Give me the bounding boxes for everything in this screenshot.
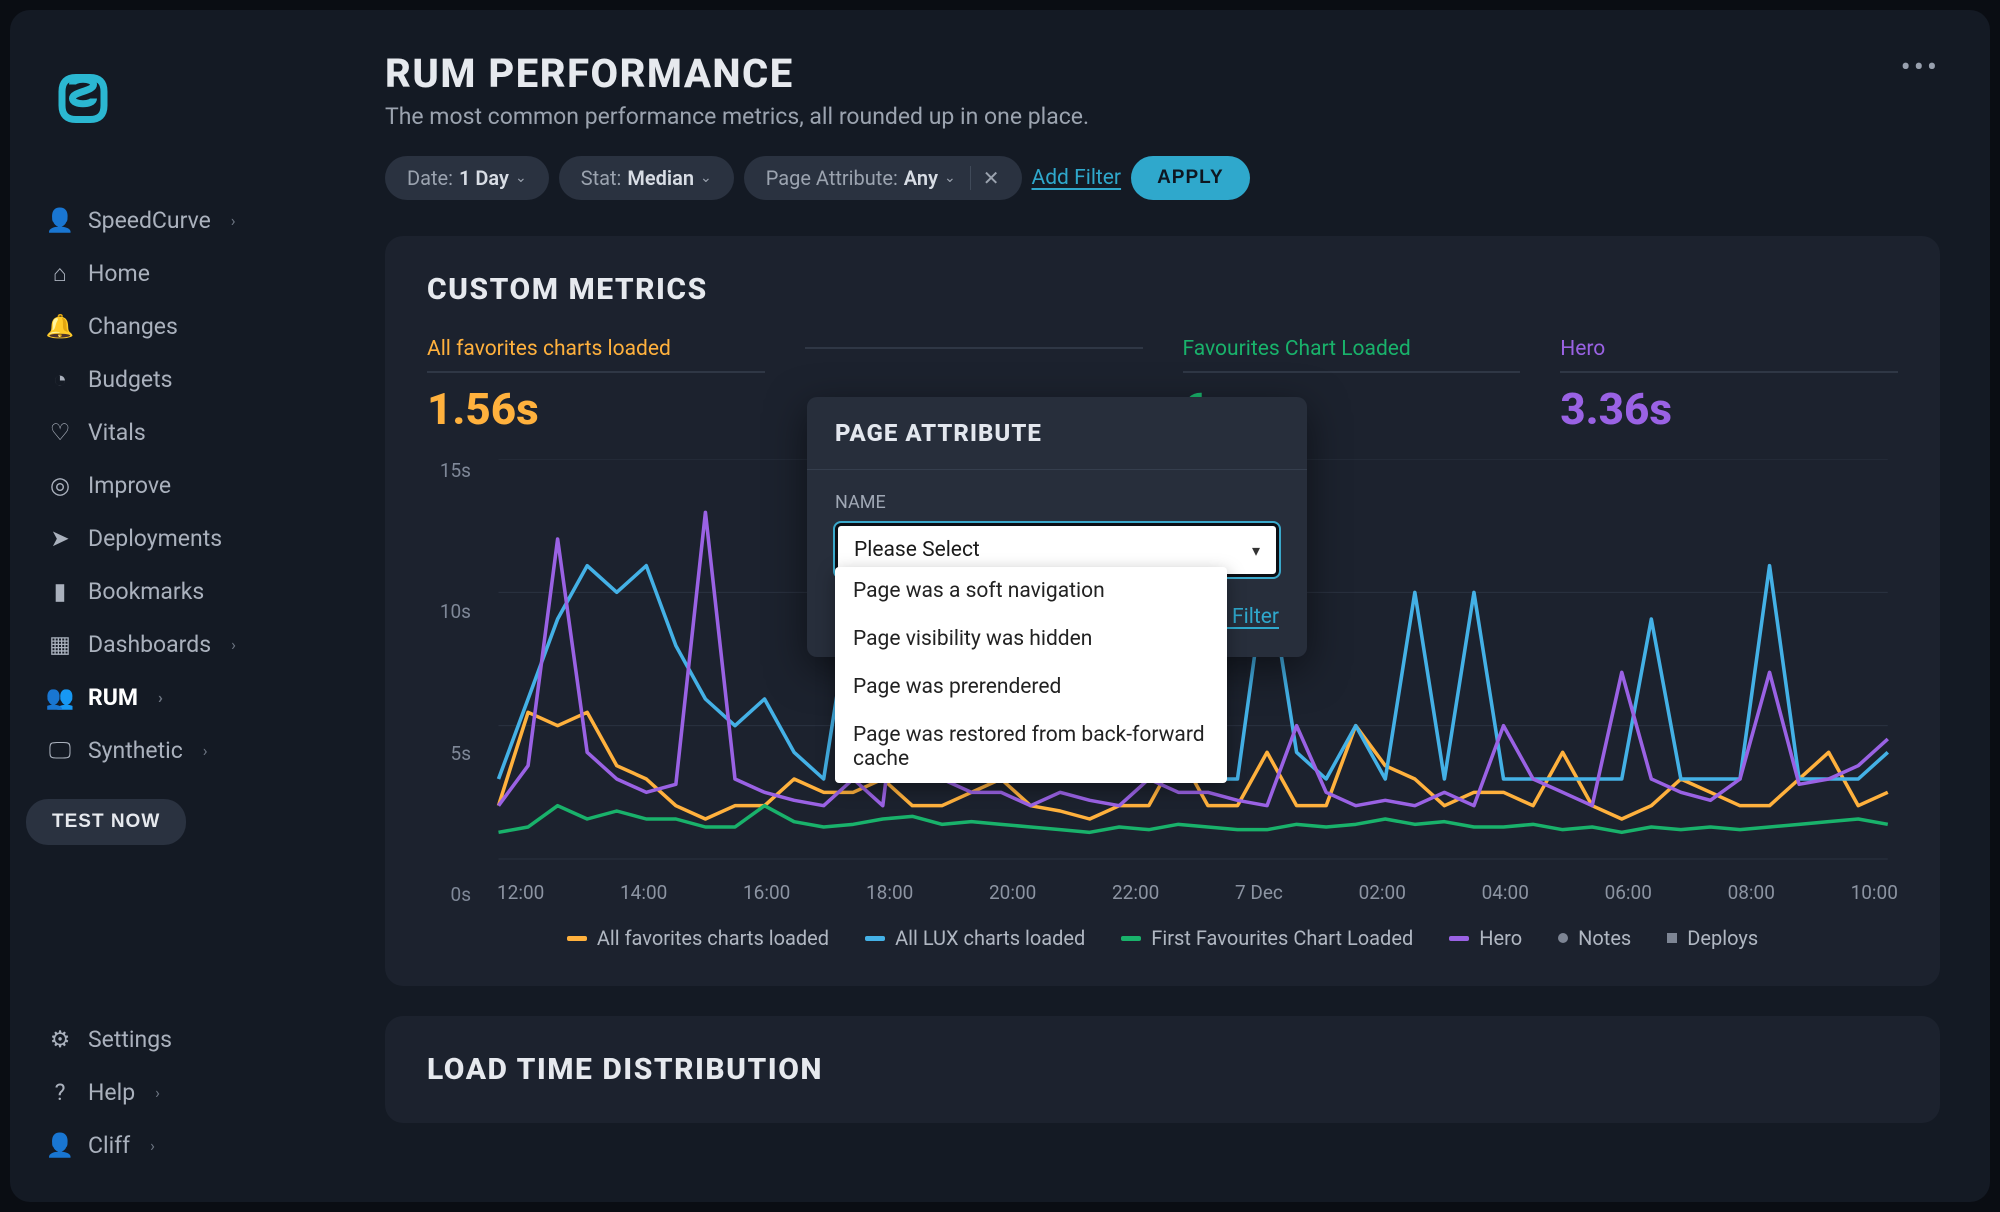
chip-value: Any [904, 166, 938, 190]
dropdown-option[interactable]: Page visibility was hidden [835, 615, 1227, 663]
sidebar-item-org[interactable]: 👤 SpeedCurve › [26, 194, 319, 247]
sidebar-item-budgets[interactable]: ◔ Budgets [26, 353, 319, 406]
panel-title: CUSTOM METRICS [427, 272, 1898, 307]
close-icon[interactable]: ✕ [970, 166, 1000, 190]
dropdown-option[interactable]: Page was prerendered [835, 663, 1227, 711]
chip-value: 1 Day [459, 166, 509, 190]
field-label: NAME [835, 492, 1279, 513]
sidebar-item-help[interactable]: ? Help › [26, 1066, 319, 1119]
grid-icon: ▦ [48, 631, 72, 658]
test-now-button[interactable]: TEST NOW [26, 799, 186, 845]
bell-icon: 🔔 [48, 313, 72, 340]
chevron-down-icon: ⌄ [515, 170, 527, 186]
rocket-icon: ➤ [48, 525, 72, 552]
select-placeholder: Please Select [854, 538, 980, 562]
metric-label [805, 337, 1143, 349]
metric-value: 3.36s [1560, 383, 1898, 435]
home-icon: ⌂ [48, 260, 72, 287]
sidebar-label: Settings [88, 1026, 172, 1053]
sidebar-item-changes[interactable]: 🔔 Changes [26, 300, 319, 353]
sidebar-item-synthetic[interactable]: 🖵 Synthetic › [26, 724, 319, 777]
sidebar-label: Changes [88, 313, 178, 340]
sidebar-item-bookmarks[interactable]: ▮ Bookmarks [26, 565, 319, 618]
chevron-down-icon: ⌄ [700, 170, 712, 186]
gear-icon: ⚙ [48, 1026, 72, 1053]
chevron-right-icon: › [158, 688, 163, 707]
bookmark-icon: ▮ [48, 578, 72, 605]
sidebar-label: Help [88, 1079, 135, 1106]
monitor-icon: 🖵 [48, 737, 72, 764]
sidebar-label: RUM [88, 684, 138, 711]
sidebar-item-deployments[interactable]: ➤ Deployments [26, 512, 319, 565]
sidebar-label: Deployments [88, 525, 222, 552]
metric-label: All favorites charts loaded [427, 337, 765, 373]
load-time-distribution-panel: LOAD TIME DISTRIBUTION [385, 1016, 1940, 1123]
chevron-down-icon: ⌄ [944, 170, 956, 186]
chevron-right-icon: › [231, 635, 236, 654]
sidebar-item-improve[interactable]: ◎ Improve [26, 459, 319, 512]
apply-button[interactable]: APPLY [1131, 156, 1250, 200]
sidebar-item-dashboards[interactable]: ▦ Dashboards › [26, 618, 319, 671]
timeseries-chart: 15s10s5s0s 12:0014:0016:0018:0020:0022:0… [427, 459, 1898, 950]
chevron-right-icon: › [203, 741, 208, 760]
chip-label: Stat: [581, 166, 622, 190]
chip-label: Page Attribute: [766, 166, 898, 190]
sidebar-org-label: SpeedCurve [88, 207, 211, 234]
app-logo[interactable] [48, 60, 319, 134]
dropdown-option[interactable]: Page was a soft navigation [835, 567, 1227, 615]
chevron-down-icon: ▾ [1252, 541, 1260, 560]
metric-value: 1.56s [427, 383, 765, 435]
sidebar-label: Home [88, 260, 150, 287]
sidebar-label: Budgets [88, 366, 173, 393]
filter-page-attribute[interactable]: Page Attribute: Any ⌄ ✕ [744, 156, 1022, 200]
sidebar-label: Dashboards [88, 631, 211, 658]
page-subtitle: The most common performance metrics, all… [385, 103, 1089, 130]
custom-metrics-panel: CUSTOM METRICS All favorites charts load… [385, 236, 1940, 986]
sidebar-label: Cliff [88, 1132, 130, 1159]
gauge-icon: ◔ [48, 366, 72, 393]
select-dropdown: Page was a soft navigation Page visibili… [835, 567, 1227, 783]
heart-icon: ♡ [48, 419, 72, 446]
dropdown-option[interactable]: Page was restored from back-forward cach… [835, 711, 1227, 783]
chevron-right-icon: › [150, 1136, 155, 1155]
panel-title: LOAD TIME DISTRIBUTION [427, 1052, 1898, 1087]
more-icon[interactable]: ••• [1901, 50, 1940, 85]
sidebar-label: Vitals [88, 419, 146, 446]
metric-label: Favourites Chart Loaded [1183, 337, 1521, 373]
sidebar-item-user[interactable]: 👤 Cliff › [26, 1119, 319, 1172]
sidebar-item-settings[interactable]: ⚙ Settings [26, 1013, 319, 1066]
popover-title: PAGE ATTRIBUTE [807, 397, 1307, 470]
metric-label: Hero [1560, 337, 1898, 373]
page-title: RUM PERFORMANCE [385, 50, 1089, 97]
chevron-right-icon: › [231, 211, 236, 230]
filter-date[interactable]: Date: 1 Day ⌄ [385, 156, 549, 200]
filter-stat[interactable]: Stat: Median ⌄ [559, 156, 734, 200]
chip-value: Median [627, 166, 694, 190]
users-icon: 👥 [48, 684, 72, 711]
add-filter-link[interactable]: Add Filter [1032, 166, 1122, 190]
help-icon: ? [48, 1079, 72, 1106]
user-icon: 👤 [48, 1132, 72, 1159]
page-attribute-popover: PAGE ATTRIBUTE NAME Please Select ▾ Page… [807, 397, 1307, 657]
sidebar-label: Synthetic [88, 737, 183, 764]
sidebar-label: Improve [88, 472, 171, 499]
sidebar-item-vitals[interactable]: ♡ Vitals [26, 406, 319, 459]
sidebar-item-rum[interactable]: 👥 RUM › [26, 671, 319, 724]
chip-label: Date: [407, 166, 453, 190]
target-icon: ◎ [48, 472, 72, 499]
user-icon: 👤 [48, 207, 72, 234]
sidebar-item-home[interactable]: ⌂ Home [26, 247, 319, 300]
chevron-right-icon: › [155, 1083, 160, 1102]
sidebar-label: Bookmarks [88, 578, 204, 605]
